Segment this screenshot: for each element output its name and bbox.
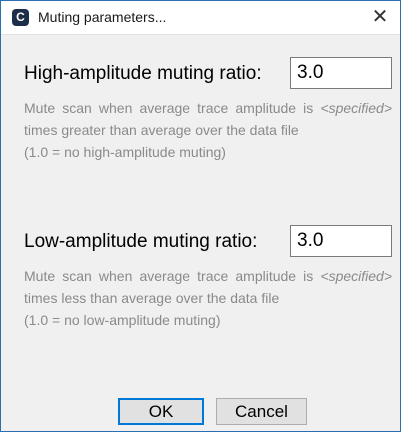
ok-button[interactable]: OK [118, 398, 204, 425]
low-amplitude-ratio-input[interactable] [290, 225, 392, 257]
low-amplitude-label: Low-amplitude muting ratio: [24, 231, 258, 252]
high-desc-text: Mute scan when average trace amplitude i… [24, 100, 321, 116]
high-desc-text-end: times greater than average over the data… [24, 122, 299, 138]
title-bar: C Muting parameters... ✕ [1, 1, 400, 35]
app-icon: C [12, 9, 29, 26]
high-desc-specified: <specified> [320, 100, 392, 116]
low-desc-text: Mute scan when average trace amplitude i… [24, 268, 321, 284]
window-title: Muting parameters... [38, 9, 167, 25]
close-icon[interactable]: ✕ [360, 1, 400, 34]
low-amplitude-description: Mute scan when average trace amplitude i… [24, 265, 392, 331]
low-desc-text-end: times less than average over the data fi… [24, 290, 280, 306]
high-amplitude-ratio-input[interactable] [290, 57, 392, 89]
high-desc-note: (1.0 = no high-amplitude muting) [24, 144, 226, 160]
low-desc-specified: <specified> [320, 268, 392, 284]
cancel-button[interactable]: Cancel [216, 398, 307, 425]
high-amplitude-label: High-amplitude muting ratio: [24, 63, 262, 84]
muting-parameters-dialog: C Muting parameters... ✕ High-amplitude … [0, 0, 401, 432]
high-amplitude-description: Mute scan when average trace amplitude i… [24, 97, 392, 163]
low-desc-note: (1.0 = no low-amplitude muting) [24, 312, 221, 328]
